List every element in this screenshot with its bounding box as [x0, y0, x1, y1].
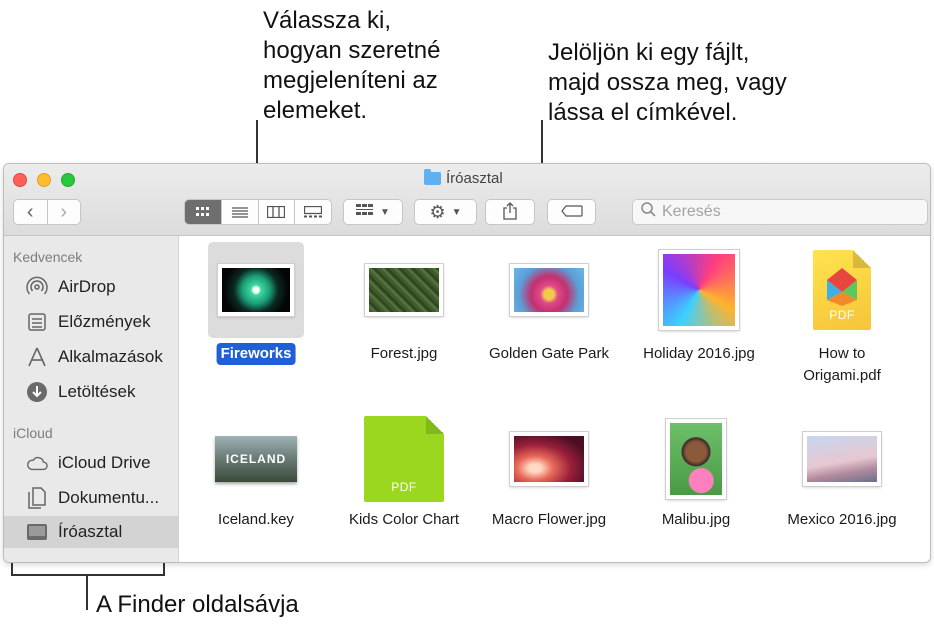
sidebar-item-applications[interactable]: Alkalmazások: [4, 341, 179, 373]
malibu-thumbnail: [666, 419, 726, 499]
folder-icon: [424, 169, 441, 185]
fireworks-thumbnail: [218, 264, 294, 316]
sidebar-item-documents[interactable]: Dokumentu...: [4, 482, 179, 514]
search-field[interactable]: [632, 199, 928, 225]
origami-pdf-thumbnail: PDF: [813, 250, 871, 330]
golden-gate-park-thumbnail: [510, 264, 588, 316]
kids-color-chart-thumbnail: PDF: [364, 416, 444, 502]
sidebar-item-airdrop[interactable]: AirDrop: [4, 271, 179, 303]
sidebar-section-icloud: iCloud: [13, 425, 53, 441]
keynote-title-text: ICELAND: [225, 452, 287, 466]
window-title-text: Íróasztal: [446, 170, 503, 187]
macro-flower-thumbnail: [510, 432, 588, 486]
downloads-icon: [26, 381, 48, 403]
chevron-left-icon[interactable]: ‹: [14, 200, 48, 224]
minimize-button[interactable]: [37, 173, 51, 187]
sidebar: Kedvencek AirDrop Előzmények Alkalmazáso…: [4, 236, 179, 562]
chevron-down-icon: ▼: [380, 206, 390, 218]
window-title: Íróasztal: [424, 169, 503, 187]
documents-icon: [26, 487, 48, 509]
group-icon: [356, 203, 374, 221]
callout-line: [86, 574, 88, 610]
sidebar-item-recents[interactable]: Előzmények: [4, 306, 179, 338]
file-name[interactable]: Holiday 2016.jpg: [629, 343, 769, 365]
forest-thumbnail: [365, 264, 443, 316]
sidebar-item-label: Dokumentu...: [58, 488, 160, 507]
recents-icon: [26, 311, 48, 333]
holiday-thumbnail: [659, 250, 739, 330]
file-name[interactable]: Fireworks: [216, 343, 296, 365]
search-input[interactable]: [662, 203, 912, 221]
tag-icon: [560, 204, 583, 220]
file-name[interactable]: Golden Gate Park: [479, 343, 619, 365]
file-name[interactable]: Iceland.key: [186, 509, 326, 531]
share-button[interactable]: [485, 199, 535, 225]
icon-view-icon[interactable]: [185, 200, 222, 224]
sidebar-callout: A Finder oldalsávja: [96, 591, 299, 618]
mexico-thumbnail: [803, 432, 881, 486]
list-view-icon[interactable]: [222, 200, 259, 224]
view-mode-selector: [184, 199, 332, 225]
close-button[interactable]: [13, 173, 27, 187]
file-name[interactable]: Forest.jpg: [334, 343, 474, 365]
search-icon: [641, 202, 656, 222]
cloud-icon: [26, 452, 48, 474]
navigation-buttons: ‹ ›: [13, 199, 81, 225]
sidebar-section-favorites: Kedvencek: [13, 249, 83, 265]
file-name[interactable]: Kids Color Chart: [334, 509, 474, 531]
chevron-down-icon: ▼: [451, 206, 462, 218]
view-options-callout: Válassza ki, hogyan szeretné megjeleníte…: [263, 7, 441, 124]
gallery-view-icon[interactable]: [295, 200, 331, 224]
share-icon: [503, 201, 517, 223]
share-tag-callout: Jelöljön ki egy fájlt, majd ossza meg, v…: [548, 39, 787, 126]
titlebar: Íróasztal ‹ › ▼ ⚙ ▼ Keresés: [4, 164, 930, 236]
sidebar-item-desktop[interactable]: Íróasztal: [4, 516, 179, 548]
chevron-right-icon[interactable]: ›: [48, 200, 81, 224]
gear-icon: ⚙: [429, 201, 446, 222]
file-name[interactable]: How to Origami.pdf: [772, 343, 912, 387]
sidebar-item-downloads[interactable]: Letöltések: [4, 376, 179, 408]
iceland-keynote-thumbnail: ICELAND: [215, 436, 297, 482]
sidebar-item-label: AirDrop: [58, 277, 116, 296]
file-name[interactable]: Macro Flower.jpg: [479, 509, 619, 531]
action-button[interactable]: ⚙ ▼: [414, 199, 477, 225]
sidebar-item-label: iCloud Drive: [58, 453, 151, 472]
file-name[interactable]: Malibu.jpg: [626, 509, 766, 531]
sidebar-item-icloud-drive[interactable]: iCloud Drive: [4, 447, 179, 479]
callout-line: [11, 574, 165, 576]
file-name[interactable]: Mexico 2016.jpg: [772, 509, 912, 531]
finder-window: Íróasztal ‹ › ▼ ⚙ ▼ Keresés Kedvencek Ai…: [3, 163, 931, 563]
column-view-icon[interactable]: [259, 200, 296, 224]
sidebar-item-label: Íróasztal: [58, 522, 123, 541]
sidebar-item-label: Alkalmazások: [58, 347, 163, 366]
pdf-badge: PDF: [391, 480, 417, 494]
maximize-button[interactable]: [61, 173, 75, 187]
group-button[interactable]: ▼: [343, 199, 403, 225]
airdrop-icon: [26, 276, 48, 298]
desktop-icon: [26, 521, 48, 543]
tag-button[interactable]: [547, 199, 596, 225]
pdf-badge: PDF: [829, 308, 855, 322]
applications-icon: [26, 346, 48, 368]
sidebar-item-label: Letöltések: [58, 382, 136, 401]
sidebar-item-label: Előzmények: [58, 312, 151, 331]
